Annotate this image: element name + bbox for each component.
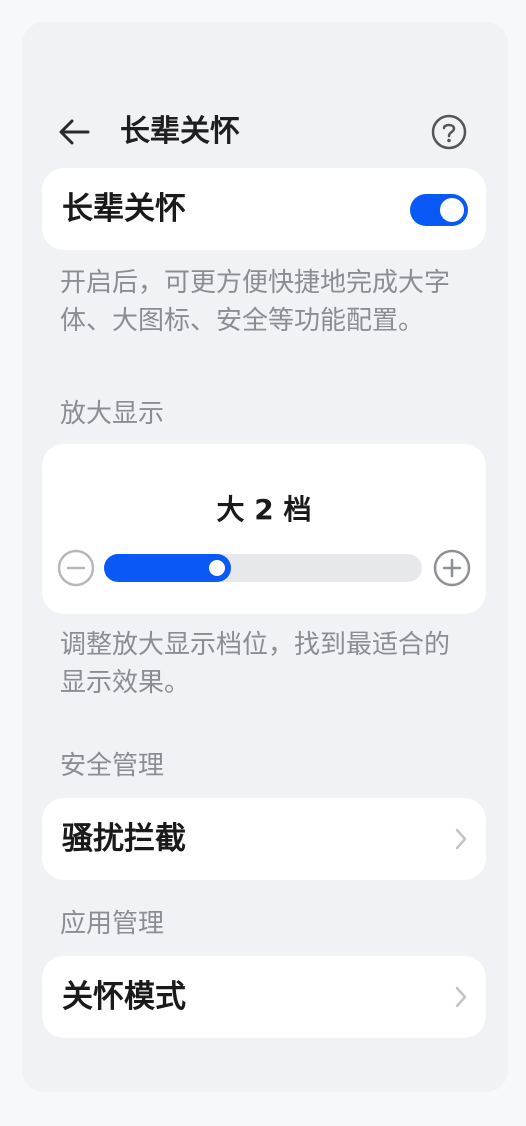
zoom-card: 大 2 档 — [42, 444, 486, 614]
page-header: 长辈关怀 — [22, 104, 508, 160]
help-icon[interactable] — [430, 113, 468, 151]
zoom-level-label: 大 2 档 — [216, 493, 312, 526]
elder-care-description: 开启后，可更方便快捷地完成大字体、大图标、安全等功能配置。 — [60, 268, 451, 336]
page-title: 长辈关怀 — [120, 114, 240, 149]
elder-care-toggle-card: 长辈关怀 — [42, 168, 486, 250]
settings-screen: 长辈关怀 长辈关怀 开启后，可更方便快捷地完成大字体、大图标、安全等功能配置。 … — [22, 22, 508, 1092]
zoom-slider[interactable] — [104, 554, 422, 582]
back-arrow-icon[interactable] — [56, 114, 92, 150]
harassment-block-item[interactable]: 骚扰拦截 — [42, 798, 486, 880]
security-section-title: 安全管理 — [60, 751, 165, 781]
care-mode-item[interactable]: 关怀模式 — [42, 956, 486, 1038]
harassment-block-label: 骚扰拦截 — [62, 821, 186, 857]
zoom-description: 调整放大显示档位，找到最适合的显示效果。 — [60, 630, 451, 698]
zoom-section-title: 放大显示 — [60, 399, 165, 429]
zoom-in-icon[interactable] — [432, 548, 472, 588]
elder-care-label: 长辈关怀 — [62, 191, 186, 227]
care-mode-label: 关怀模式 — [62, 979, 186, 1015]
chevron-right-icon — [454, 827, 468, 851]
slider-thumb[interactable] — [209, 560, 225, 576]
switch-knob — [440, 198, 464, 222]
zoom-out-icon[interactable] — [56, 548, 96, 588]
chevron-right-icon — [454, 985, 468, 1009]
elder-care-switch[interactable] — [410, 194, 468, 226]
app-management-section-title: 应用管理 — [60, 909, 165, 939]
